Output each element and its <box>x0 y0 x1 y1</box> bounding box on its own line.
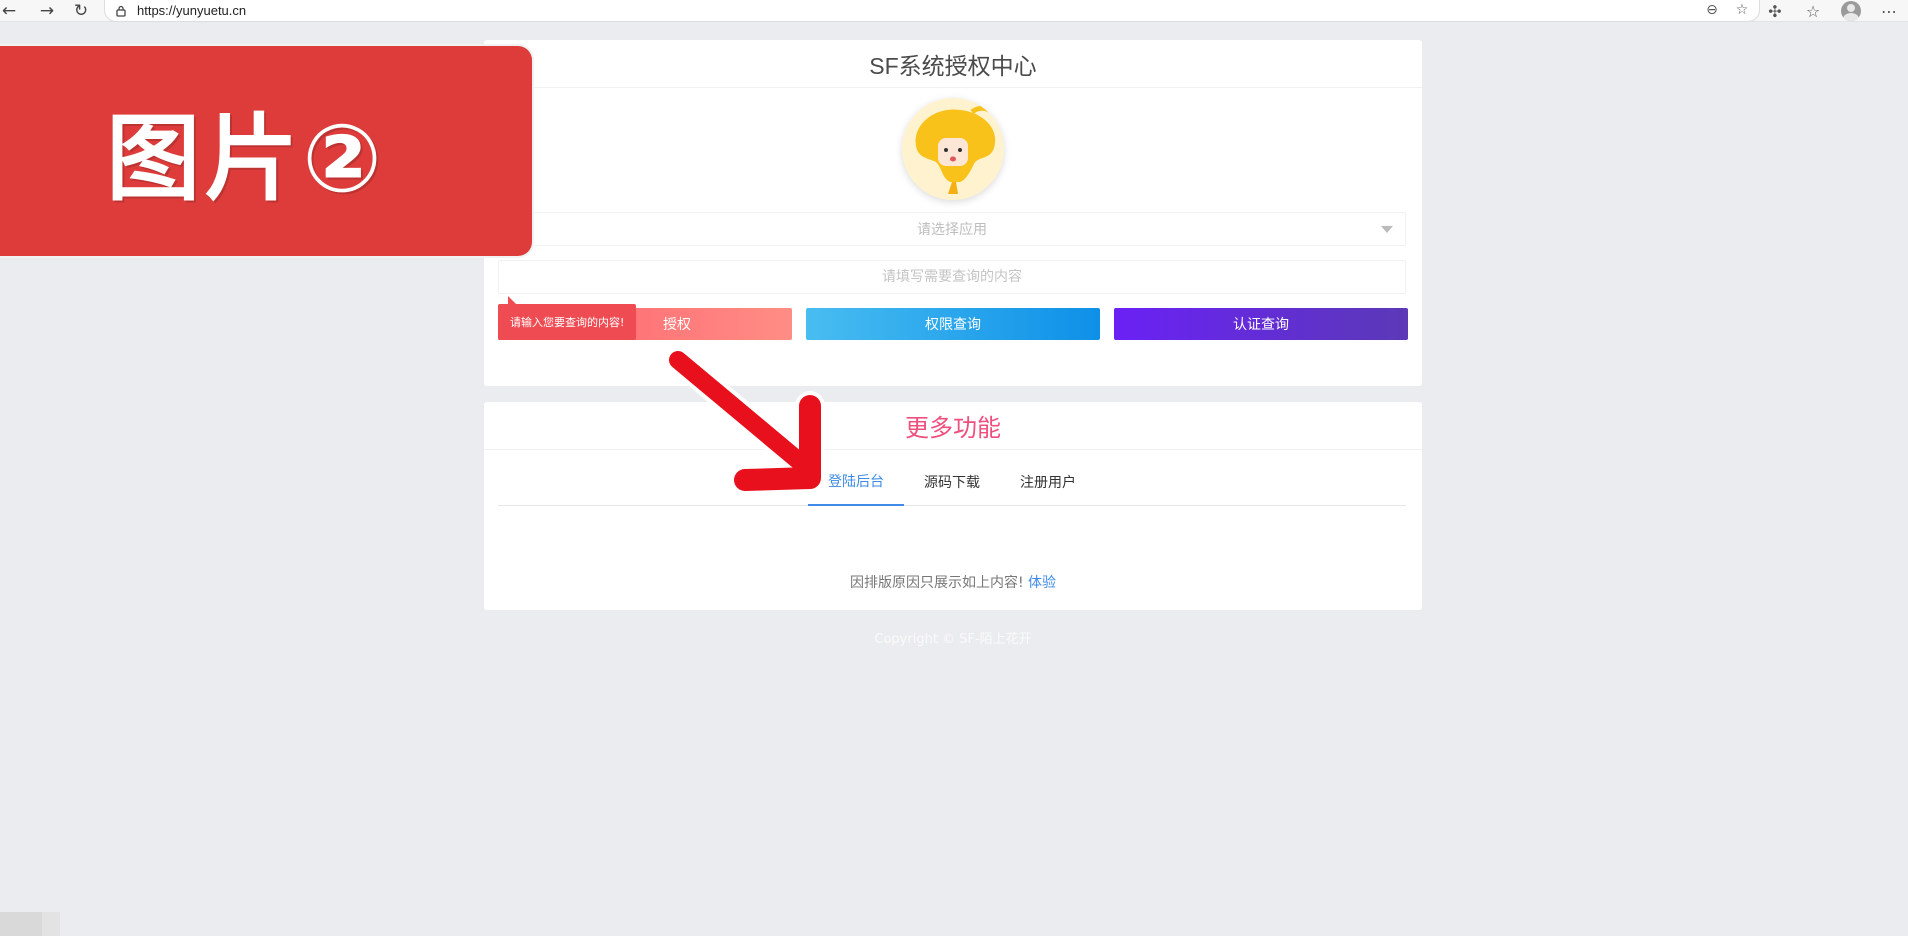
app-select-placeholder: 请选择应用 <box>917 222 987 238</box>
more-icon[interactable]: ⋯ <box>1870 2 1908 21</box>
experience-link[interactable]: 体验 <box>1028 575 1056 591</box>
more-features-card: 更多功能 登陆后台 源码下载 注册用户 因排版原因只展示如上内容! 体验 <box>484 402 1422 610</box>
mascot-logo <box>902 98 1004 200</box>
section-title: 更多功能 <box>484 402 1422 450</box>
reader-icon[interactable]: ⊖ <box>1703 1 1721 19</box>
browser-toolbar: ← → ↻ https://yunyuetu.cn ⊖ ☆ ✣ ☆ ⋯ <box>0 0 1908 22</box>
favorites-bar-icon[interactable]: ☆ <box>1794 2 1832 21</box>
overlay-label: 图片② <box>106 105 386 214</box>
tab-notice: 因排版原因只展示如上内容! 体验 <box>484 572 1422 592</box>
permission-query-button[interactable]: 权限查询 <box>806 308 1100 340</box>
url-text: https://yunyuetu.cn <box>137 3 247 18</box>
annotation-arrow-icon <box>665 350 825 495</box>
thumbnail-image <box>0 912 60 936</box>
app-select[interactable]: 请选择应用 <box>498 212 1406 246</box>
copyright-text: Copyright © SF-陌上花开 <box>874 632 1032 647</box>
page-title: SF系统授权中心 <box>484 40 1422 88</box>
profile-icon[interactable] <box>1832 1 1870 21</box>
chevron-down-icon <box>1381 226 1393 233</box>
feature-tabs: 登陆后台 源码下载 注册用户 <box>498 458 1406 506</box>
back-icon[interactable]: ← <box>0 0 18 22</box>
overlay-banner: 图片② <box>0 44 534 258</box>
favorite-icon[interactable]: ☆ <box>1733 1 1751 19</box>
validation-tooltip: 请输入您要查询的内容! <box>498 296 637 340</box>
query-input[interactable] <box>498 260 1406 294</box>
forward-icon[interactable]: → <box>34 0 60 22</box>
address-bar[interactable]: https://yunyuetu.cn ⊖ ☆ <box>104 0 1760 22</box>
reload-icon[interactable]: ↻ <box>68 0 94 22</box>
extensions-icon[interactable]: ✣ <box>1756 2 1794 21</box>
tab-source-download[interactable]: 源码下载 <box>904 458 1000 506</box>
auth-center-card: SF系统授权中心 请选择应用 授权 权限查询 认证查询 请输入您要查询的内容! <box>484 40 1422 386</box>
notice-text: 因排版原因只展示如上内容! <box>849 575 1024 591</box>
tab-register-user[interactable]: 注册用户 <box>1000 458 1096 506</box>
lock-icon <box>116 5 126 17</box>
certification-query-button[interactable]: 认证查询 <box>1114 308 1408 340</box>
